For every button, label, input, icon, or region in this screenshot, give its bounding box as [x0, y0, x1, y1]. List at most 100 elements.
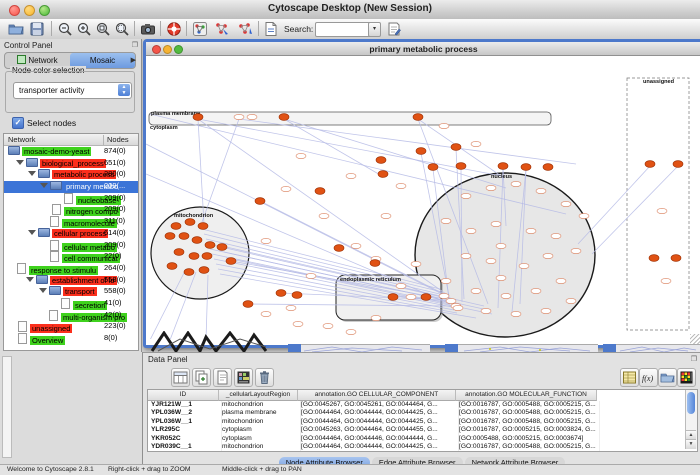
- node-small-15[interactable]: [371, 315, 381, 320]
- attribute-table[interactable]: ID_cellularLayoutRegionannotation.GO CEL…: [147, 389, 698, 452]
- node-selected-21[interactable]: [292, 292, 302, 299]
- node-small-13[interactable]: [323, 323, 333, 328]
- tree-row-10[interactable]: response to stimulu264(0): [4, 263, 138, 275]
- cell-r3-c1[interactable]: cytoplasm: [219, 426, 301, 434]
- node-selected-26[interactable]: [451, 144, 461, 151]
- node-selected-7[interactable]: [179, 233, 189, 240]
- zoom-in-icon[interactable]: [76, 21, 92, 37]
- tree-row-14[interactable]: multi-organism pro42(0): [4, 310, 138, 322]
- node-selected-5[interactable]: [198, 223, 208, 230]
- node-selected-37[interactable]: [671, 255, 681, 262]
- combo-stepper-icon[interactable]: ▲▼: [118, 84, 130, 96]
- node-selected-27[interactable]: [456, 163, 466, 170]
- node-small-53[interactable]: [439, 293, 449, 298]
- edge-22[interactable]: [284, 119, 382, 176]
- node-small-26[interactable]: [536, 188, 546, 193]
- save-icon[interactable]: [29, 21, 45, 37]
- edge-31[interactable]: [578, 166, 650, 244]
- node-selected-39[interactable]: [421, 294, 431, 301]
- node-small-14[interactable]: [346, 329, 356, 334]
- node-selected-24[interactable]: [370, 260, 380, 267]
- attribute-table-icon[interactable]: [620, 368, 639, 387]
- cell-r2-c2[interactable]: [GO:0044464, GO:0044444, GO:0044425, G..…: [298, 418, 459, 426]
- cell-r2-c1[interactable]: mitochondrion: [219, 418, 301, 426]
- node-small-7[interactable]: [351, 243, 361, 248]
- node-selected-36[interactable]: [649, 255, 659, 262]
- network-view-icon[interactable]: [192, 21, 208, 37]
- node-selected-32[interactable]: [378, 171, 388, 178]
- node-selected-10[interactable]: [174, 249, 184, 256]
- resize-grip[interactable]: [690, 334, 700, 344]
- cell-r3-c3[interactable]: [GO:0016787, GO:0005215, GO:0003824, G..…: [456, 426, 600, 434]
- network-annotate-icon[interactable]: [237, 21, 253, 37]
- node-small-48[interactable]: [519, 263, 529, 268]
- node-small-44[interactable]: [541, 308, 551, 313]
- node-small-27[interactable]: [561, 201, 571, 206]
- tree-row-3[interactable]: primary metabo209(...: [4, 181, 138, 193]
- node-small-36[interactable]: [486, 258, 496, 263]
- node-selected-30[interactable]: [521, 164, 531, 171]
- heatmap-icon[interactable]: [677, 368, 696, 387]
- node-small-54[interactable]: [657, 208, 667, 213]
- cell-r2-c0[interactable]: YPL036W__1: [148, 418, 222, 426]
- cell-r0-c1[interactable]: mitochondrion: [219, 401, 301, 409]
- node-small-29[interactable]: [441, 218, 451, 223]
- node-selected-14[interactable]: [184, 269, 194, 276]
- expand-triangle-icon[interactable]: [16, 160, 24, 165]
- node-small-22[interactable]: [406, 294, 416, 299]
- node-small-20[interactable]: [439, 123, 449, 128]
- table-scrollbar[interactable]: ▲ ▼: [685, 390, 697, 449]
- node-small-18[interactable]: [381, 213, 391, 218]
- node-small-9[interactable]: [306, 273, 316, 278]
- expand-triangle-icon[interactable]: [28, 171, 36, 176]
- node-small-3[interactable]: [346, 173, 356, 178]
- node-small-39[interactable]: [501, 293, 511, 298]
- cell-r4-c1[interactable]: cytoplasm: [219, 435, 301, 443]
- node-small-35[interactable]: [461, 253, 471, 258]
- node-small-2[interactable]: [296, 153, 306, 158]
- network-window[interactable]: primary metabolic process plasma membran…: [143, 39, 700, 348]
- node-small-11[interactable]: [261, 311, 271, 316]
- cell-r4-c2[interactable]: [GO:0044464, GO:0044446, GO:0044444, G..…: [298, 435, 459, 443]
- tree-row-15[interactable]: unassigned223(0): [4, 321, 138, 333]
- cell-r5-c1[interactable]: mitochondrion: [219, 443, 301, 451]
- node-small-1[interactable]: [247, 114, 257, 119]
- cell-r3-c0[interactable]: YLR295C: [148, 426, 222, 434]
- node-selected-23[interactable]: [334, 245, 344, 252]
- zoom-fit-icon[interactable]: [114, 21, 130, 37]
- node-small-30[interactable]: [466, 228, 476, 233]
- select-nodes-checkbox[interactable]: ✓: [12, 117, 24, 129]
- node-selected-19[interactable]: [243, 301, 253, 308]
- node-small-40[interactable]: [531, 288, 541, 293]
- node-small-43[interactable]: [511, 311, 521, 316]
- node-selected-35[interactable]: [673, 161, 683, 168]
- node-small-49[interactable]: [543, 253, 553, 258]
- attribute-matrix-icon[interactable]: [234, 368, 253, 387]
- node-small-4[interactable]: [281, 186, 291, 191]
- node-small-41[interactable]: [556, 278, 566, 283]
- node-small-12[interactable]: [293, 321, 303, 326]
- node-selected-34[interactable]: [645, 161, 655, 168]
- tree-row-13[interactable]: secretion41(0): [4, 298, 138, 310]
- search-input[interactable]: [315, 22, 373, 37]
- node-small-37[interactable]: [441, 278, 451, 283]
- node-selected-1[interactable]: [279, 114, 289, 121]
- column-header-1[interactable]: _cellularLayoutRegion: [219, 390, 298, 401]
- node-selected-15[interactable]: [199, 267, 209, 274]
- snapshot-camera-icon[interactable]: [140, 21, 156, 37]
- node-small-31[interactable]: [491, 221, 501, 226]
- help-ring-icon[interactable]: [166, 21, 182, 37]
- cell-r5-c3[interactable]: [GO:0016787, GO:0005488, GO:0005215, G..…: [456, 443, 600, 451]
- node-small-24[interactable]: [486, 185, 496, 190]
- tree-row-9[interactable]: cell communicat22(0): [4, 251, 138, 263]
- float-panel-icon[interactable]: ❐: [132, 41, 138, 49]
- cell-r0-c2[interactable]: [GO:0045267, GO:0045261, GO:0044464, G..…: [298, 401, 459, 409]
- node-selected-33[interactable]: [376, 157, 386, 164]
- scrollbar-thumb[interactable]: [687, 392, 695, 414]
- node-selected-11[interactable]: [189, 253, 199, 260]
- node-small-16[interactable]: [396, 283, 406, 288]
- expand-triangle-icon[interactable]: [26, 277, 34, 282]
- node-selected-20[interactable]: [276, 290, 286, 297]
- node-small-47[interactable]: [496, 275, 506, 280]
- zoom-out-icon[interactable]: [57, 21, 73, 37]
